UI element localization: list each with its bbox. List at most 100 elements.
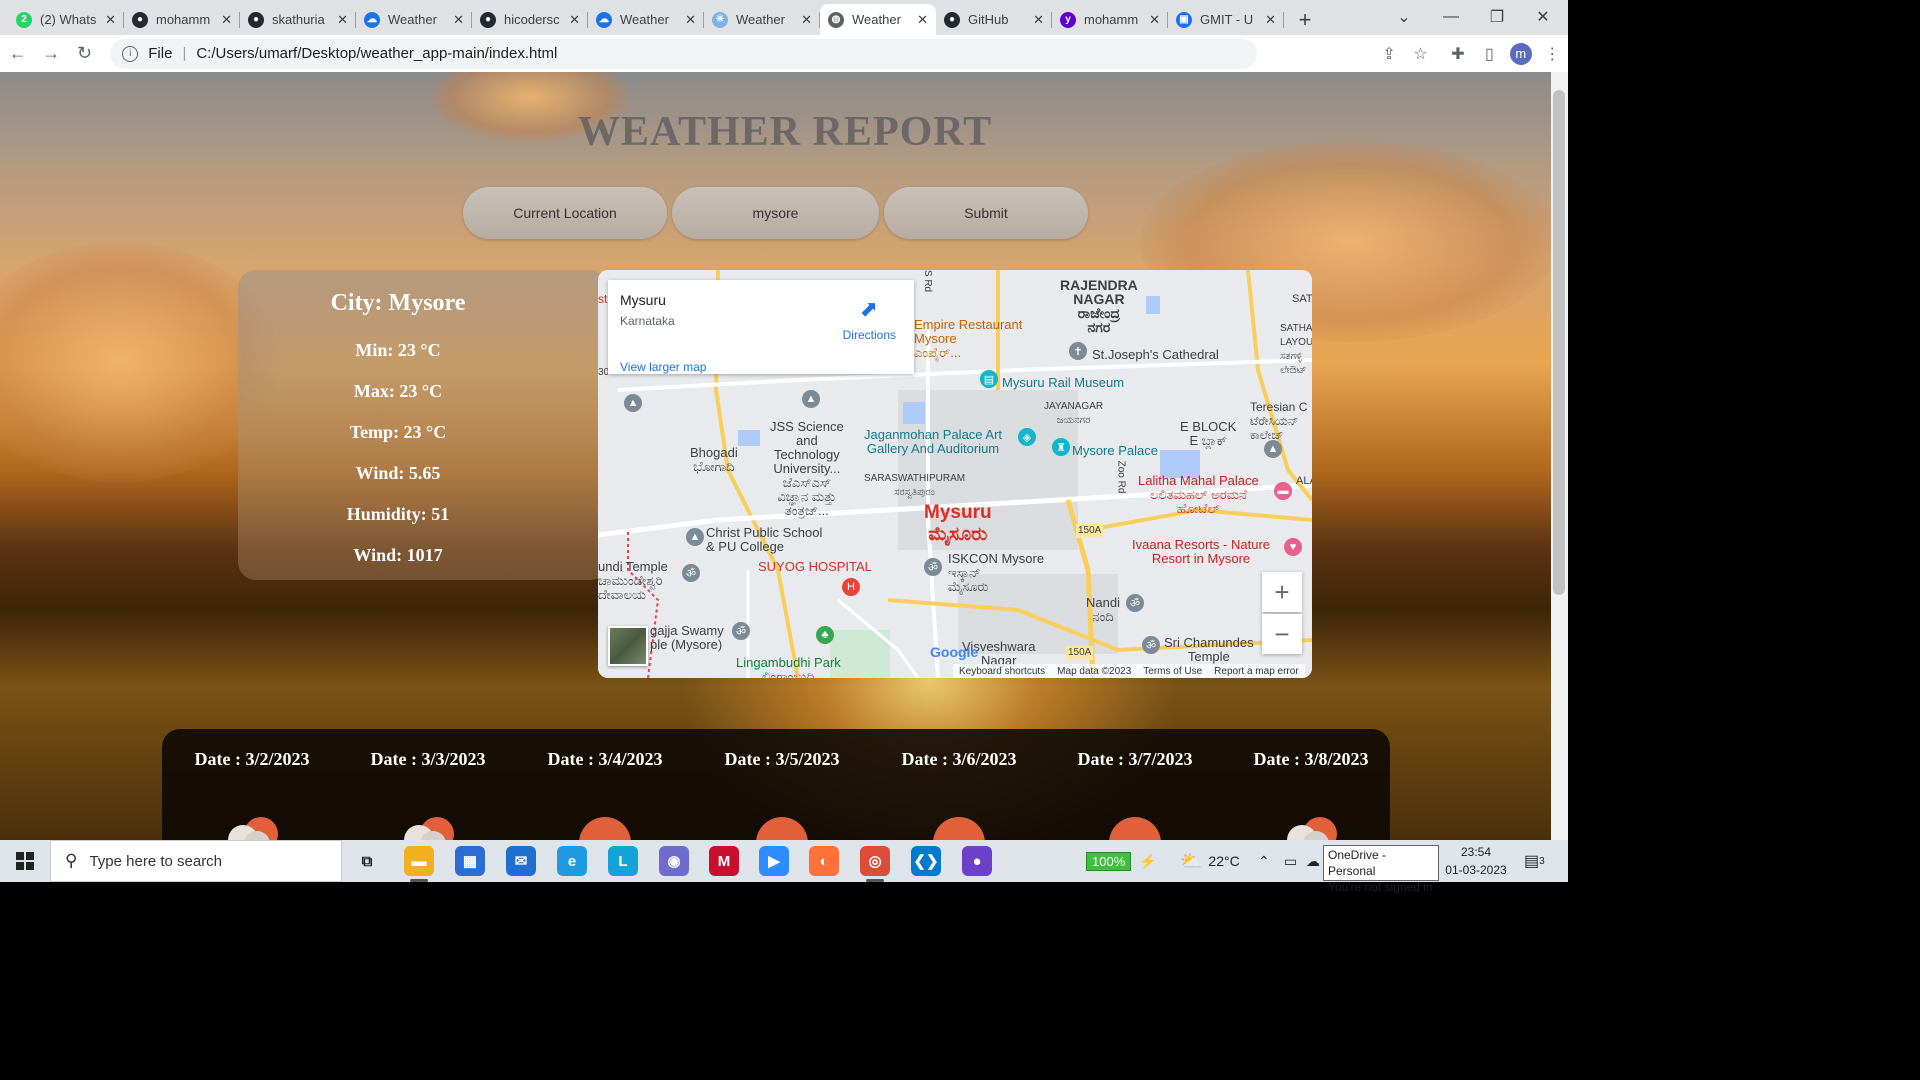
forward-button[interactable]: → [35, 37, 66, 71]
view-larger-map-link[interactable]: View larger map [620, 360, 706, 374]
tab-search-icon[interactable]: ⌄ [1381, 0, 1427, 33]
microsoft-store-icon[interactable]: ▦ [455, 846, 485, 876]
school-pin-icon[interactable]: ▲ [802, 390, 820, 408]
tab-close-icon[interactable]: ✕ [917, 12, 928, 28]
browser-tab[interactable]: ☀ Weather ✕ [704, 4, 820, 35]
page-title: WEATHER REPORT [577, 109, 993, 155]
start-button[interactable] [0, 840, 50, 882]
extensions-icon[interactable]: ✚ [1442, 37, 1473, 71]
browser-tab[interactable]: ● GitHub ✕ [936, 4, 1052, 35]
museum-pin-icon[interactable]: ▤ [980, 370, 998, 388]
network-icon[interactable]: ▭ [1284, 840, 1297, 882]
tab-close-icon[interactable]: ✕ [1033, 12, 1044, 28]
weather-widget[interactable]: ⛅ 22°C [1180, 840, 1240, 882]
mail-icon[interactable]: ✉ [506, 846, 536, 876]
browser-tab[interactable]: ● skathuria ✕ [240, 4, 356, 35]
tab-close-icon[interactable]: ✕ [801, 12, 812, 28]
tab-close-icon[interactable]: ✕ [1265, 12, 1276, 28]
cloudy-sun-icon [222, 817, 282, 840]
reload-button[interactable]: ↻ [69, 37, 100, 71]
city-input[interactable]: mysore [672, 187, 879, 239]
profile-button[interactable]: m [1505, 37, 1536, 71]
google-map[interactable]: RAJENDRA NAGAR ರಾಜೇಂದ್ರ ನಗರ Empire Resta… [598, 270, 1312, 678]
github-desktop-icon[interactable]: ● [962, 846, 992, 876]
school-pin-icon[interactable]: ▲ [1264, 440, 1282, 458]
tab-close-icon[interactable]: ✕ [105, 12, 116, 28]
map-label: Teresian C ಟೆರೇಸಿಯನ್ ಕಾಲೇಜ್ [1250, 400, 1308, 442]
scrollbar-thumb[interactable] [1553, 90, 1565, 595]
browser-tab[interactable]: 2 (2) Whats ✕ [8, 4, 124, 35]
mcafee-icon[interactable]: M [709, 846, 739, 876]
tab-close-icon[interactable]: ✕ [1149, 12, 1160, 28]
report-error-link[interactable]: Report a map error [1214, 666, 1298, 677]
task-view-icon[interactable]: ⧉ [352, 846, 382, 876]
palace-pin-icon[interactable]: ♜ [1052, 438, 1070, 456]
map-label: Mysuru Rail Museum [1002, 375, 1125, 390]
maximize-button[interactable]: ❐ [1474, 0, 1520, 33]
browser-tab[interactable]: ☁ Weather ✕ [356, 4, 472, 35]
tab-close-icon[interactable]: ✕ [685, 12, 696, 28]
side-panel-icon[interactable]: ▯ [1474, 37, 1505, 71]
temple-pin-icon[interactable]: ॐ [924, 558, 942, 576]
bookmark-star-icon[interactable]: ☆ [1405, 37, 1436, 71]
l-app-icon[interactable]: L [608, 846, 638, 876]
zoom-out-button[interactable]: − [1262, 614, 1302, 654]
browser-tab[interactable]: ◍ Weather ✕ [820, 4, 936, 35]
site-info-icon[interactable]: i [122, 45, 139, 62]
omnibox[interactable]: i File | C:/Users/umarf/Desktop/weather_… [110, 38, 1258, 69]
directions-link[interactable]: Directions [843, 328, 896, 342]
park-pin-icon[interactable]: ♣ [816, 626, 834, 644]
firefox-icon[interactable]: ◐ [809, 846, 839, 876]
browser-tab[interactable]: ● mohamm ✕ [124, 4, 240, 35]
vscode-icon[interactable]: ❮❯ [911, 846, 941, 876]
keyboard-shortcuts-link[interactable]: Keyboard shortcuts [959, 666, 1045, 677]
notification-center-icon[interactable]: ▤ 3 [1524, 840, 1545, 882]
share-icon[interactable]: ⇪ [1373, 37, 1404, 71]
page-viewport: WEATHER REPORT Current Location mysore S… [0, 72, 1551, 840]
tab-close-icon[interactable]: ✕ [221, 12, 232, 28]
menu-kebab-icon[interactable]: ⋮ [1537, 37, 1568, 71]
hospital-pin-icon[interactable]: H [842, 578, 860, 596]
satellite-toggle[interactable] [608, 626, 648, 666]
browser-tab[interactable]: ● hicodersc ✕ [472, 4, 588, 35]
edge-icon[interactable]: e [557, 846, 587, 876]
temple-pin-icon[interactable]: ॐ [732, 622, 750, 640]
running-app-indicator [866, 879, 884, 882]
url-text[interactable]: C:/Users/umarf/Desktop/weather_app-main/… [196, 45, 557, 62]
new-tab-button[interactable]: + [1290, 5, 1320, 35]
back-button[interactable]: ← [2, 37, 33, 71]
directions-icon[interactable]: ⬈ [860, 296, 878, 322]
battery-indicator[interactable]: 100% ⚡ [1086, 840, 1157, 882]
browser-tab[interactable]: ☁ Weather ✕ [588, 4, 704, 35]
gallery-pin-icon[interactable]: ◈ [1018, 428, 1036, 446]
tab-label: mohamm [156, 12, 211, 27]
tray-chevron-icon[interactable]: ⌃ [1258, 840, 1270, 882]
temple-pin-icon[interactable]: ॐ [1142, 636, 1160, 654]
forecast-date: Date : 3/7/2023 [1077, 749, 1193, 769]
minimize-button[interactable]: — [1428, 0, 1474, 33]
file-explorer-icon[interactable]: ▬ [404, 846, 434, 876]
zoom-icon[interactable]: ▶ [759, 846, 789, 876]
zoom-in-button[interactable]: + [1262, 572, 1302, 612]
chrome-icon[interactable]: ◎ [860, 846, 890, 876]
browser-tab[interactable]: y mohamm ✕ [1052, 4, 1168, 35]
submit-button[interactable]: Submit [884, 187, 1088, 239]
onedrive-icon[interactable]: ☁ [1306, 840, 1320, 882]
close-window-button[interactable]: ✕ [1520, 0, 1566, 33]
terms-link[interactable]: Terms of Use [1143, 666, 1202, 677]
temple-pin-icon[interactable]: ॐ [1126, 594, 1144, 612]
tab-close-icon[interactable]: ✕ [453, 12, 464, 28]
current-location-button[interactable]: Current Location [463, 187, 667, 239]
browser-tab[interactable]: ▣ GMIT - U ✕ [1168, 4, 1284, 35]
camera-app-icon[interactable]: ◉ [659, 846, 689, 876]
church-pin-icon[interactable]: ✝ [1069, 342, 1087, 360]
resort-pin-icon[interactable]: ♥ [1284, 538, 1302, 556]
tab-close-icon[interactable]: ✕ [337, 12, 348, 28]
taskbar-search[interactable]: ⚲ Type here to search [50, 840, 342, 882]
temple-pin-icon[interactable]: ॐ [682, 564, 700, 582]
school-pin-icon[interactable]: ▲ [686, 528, 704, 546]
tab-close-icon[interactable]: ✕ [569, 12, 580, 28]
school-pin-icon[interactable]: ▲ [624, 394, 642, 412]
clock[interactable]: 23:54 01-03-2023 [1442, 843, 1510, 879]
hotel-pin-icon[interactable]: ▬ [1274, 482, 1292, 500]
